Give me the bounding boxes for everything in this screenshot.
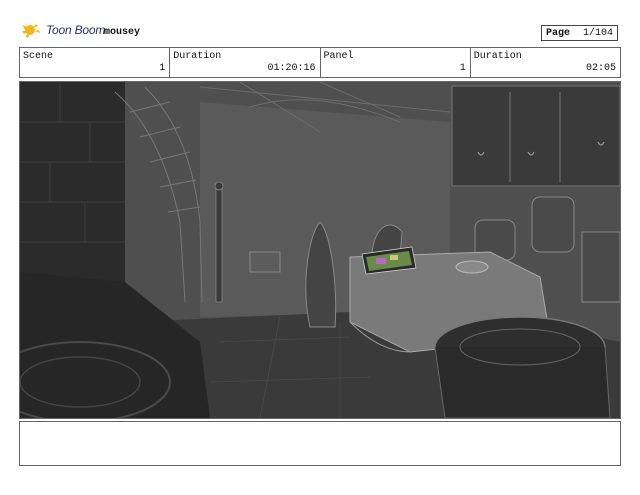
toon-boom-logo: Toon Boom bbox=[22, 22, 105, 38]
scene-label: Scene bbox=[23, 51, 54, 62]
scene-duration-cell: Duration 01:20:16 bbox=[170, 48, 321, 77]
panel-value: 1 bbox=[459, 63, 466, 74]
scene-value: 1 bbox=[159, 63, 166, 74]
panel-label: Panel bbox=[323, 51, 354, 62]
scene-duration-value: 01:20:16 bbox=[267, 63, 316, 74]
page-indicator: Page 1/104 bbox=[541, 25, 618, 41]
kitchen-sketch-drawing bbox=[20, 82, 620, 418]
panel-duration-value: 02:05 bbox=[585, 63, 616, 74]
panel-duration-label: Duration bbox=[473, 51, 522, 62]
brand-name: Toon Boom bbox=[46, 23, 106, 37]
scene-cell: Scene 1 bbox=[20, 48, 171, 77]
page-number: 1/104 bbox=[582, 28, 613, 39]
action-notes-box[interactable] bbox=[19, 421, 621, 466]
panel-cell: Panel 1 bbox=[321, 48, 471, 77]
project-title: mousey bbox=[104, 27, 141, 38]
storyboard-panel-image bbox=[19, 81, 621, 419]
panel-info-bar: Scene 1 Duration 01:20:16 Panel 1 Durati… bbox=[19, 47, 621, 78]
panel-duration-cell: Duration 02:05 bbox=[471, 48, 620, 77]
page-label: Page bbox=[546, 28, 571, 39]
page-header: Toon Boom mousey Page 1/104 bbox=[0, 0, 640, 48]
sun-logo-icon bbox=[22, 24, 40, 38]
scene-duration-label: Duration bbox=[173, 51, 222, 62]
